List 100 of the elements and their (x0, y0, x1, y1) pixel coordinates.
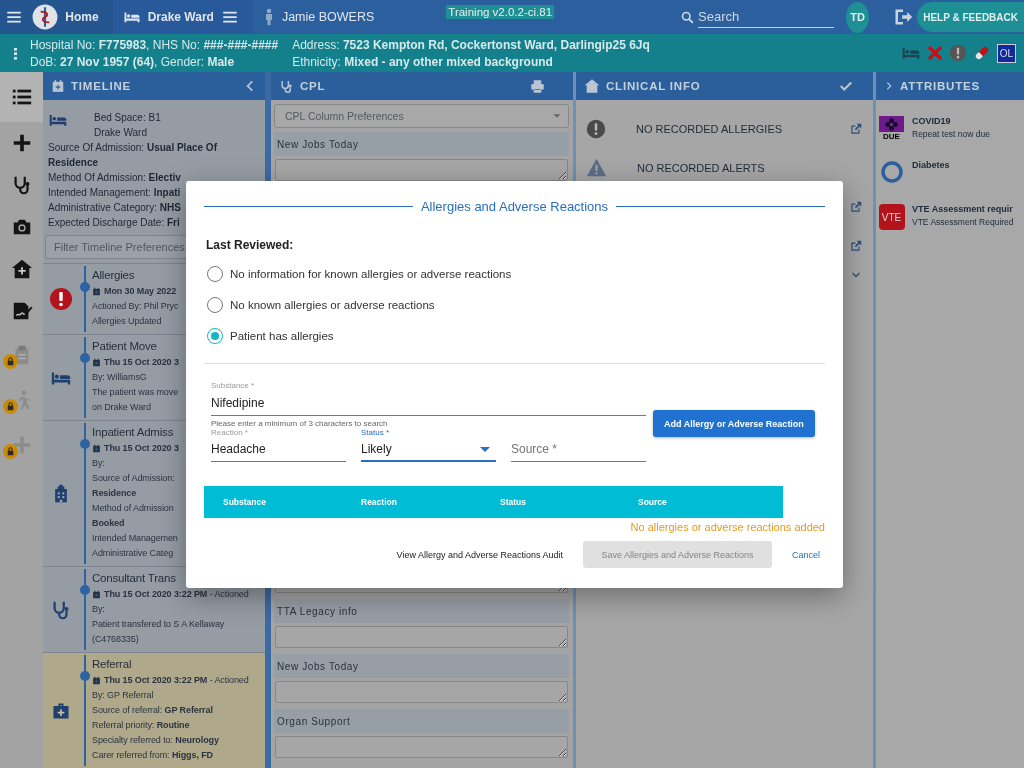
attribute-title: COVID19 (912, 116, 952, 126)
event-title: Patient Move (92, 339, 157, 354)
event-line: Carer referred from: Higgs, FD (92, 749, 214, 762)
summary-line: Source Of Admission: Usual Place Of Residence (48, 141, 218, 170)
search-field[interactable]: Search (698, 6, 835, 28)
sidebar-item[interactable] (0, 72, 43, 122)
column-header: Source (638, 497, 668, 507)
event-line: By: (92, 603, 105, 616)
section-label: TTA Legacy info (274, 599, 569, 623)
chevron-right-icon (884, 81, 894, 91)
user-avatar[interactable]: TD (846, 1, 870, 33)
stethoscope-icon (279, 78, 294, 94)
section-label: Organ Support (274, 709, 569, 733)
icon-label: DUE (883, 132, 900, 141)
add-button[interactable]: Add Allergy or Adverse Reaction (653, 410, 815, 437)
logout-button[interactable] (893, 7, 914, 27)
summary-line: Drake Ward (94, 126, 147, 140)
help-button[interactable]: HELP & FEEDBACK (917, 2, 1024, 32)
logout-icon (893, 7, 914, 27)
check-icon (839, 79, 853, 93)
event-title: Consultant Trans (92, 571, 176, 586)
event-line: Source of Admission: (92, 472, 175, 485)
status-select[interactable]: Likely (361, 438, 496, 462)
event-date: Thu 15 Oct 2020 3:22 PM - Actioned (104, 674, 249, 687)
patient-detail: Ethnicity: Mixed - any other mixed background (292, 54, 554, 69)
lock-icon (3, 399, 18, 414)
event-line: (C4768335) (92, 633, 139, 646)
external-link-icon (849, 199, 863, 214)
event-title: Referral (92, 657, 132, 672)
house-icon (584, 78, 600, 94)
attribute-detail: VTE Assessment Required (912, 217, 1014, 227)
column-header: Status (500, 497, 527, 507)
section-label: New Jobs Today (274, 654, 569, 678)
event-line: Referral priority: Routine (92, 719, 190, 732)
event-line: on Drake Ward (92, 401, 151, 414)
event-line: Administrative Categ (92, 547, 174, 560)
breadcrumb[interactable]: Home (28, 0, 113, 34)
panel-title: CLINICAL INFO (606, 80, 701, 92)
breadcrumb[interactable]: Drake Ward (112, 0, 253, 34)
ring-icon (879, 160, 904, 184)
timeline-dot (80, 439, 90, 449)
timeline-dot (80, 585, 90, 595)
preferences-select[interactable]: CPL Column Preferences (274, 104, 569, 128)
panel-title: CPL (300, 80, 326, 92)
input-field[interactable]: Headache (211, 438, 346, 462)
breadcrumb[interactable]: Jamie BOWERS (252, 0, 389, 34)
event-line: Specialty referred to: Neurology (92, 734, 219, 747)
timeline-event[interactable]: Referral Thu 15 Oct 2020 3:22 PM - Actioned By: GP Referral Source of referral: GP Referral Referral priority: Routine Specialty referred to: Neurology Carer referred from: Higgs, FD (43, 652, 265, 768)
event-line: Booked (92, 517, 125, 530)
event-date: Thu 15 Oct 2020 3 (104, 442, 179, 455)
event-line: Residence (92, 487, 137, 500)
field-label: Reaction * (211, 428, 249, 438)
calendar-icon (51, 79, 65, 93)
field-label: Substance * (211, 381, 255, 390)
exclamation-circle-icon (949, 44, 967, 62)
open-button[interactable] (849, 199, 863, 214)
calendar-icon (92, 358, 101, 367)
open-button[interactable] (849, 121, 863, 136)
calendar-icon (92, 444, 101, 453)
exclamation-circle-icon (48, 287, 73, 311)
summary-line: Expected Discharge Date: Fri (48, 216, 180, 230)
calendar-icon (92, 590, 101, 599)
event-line: By: (92, 457, 105, 470)
confirm-button[interactable] (839, 79, 853, 93)
summary-line: Bed Space: B1 (94, 111, 161, 125)
house-icon (10, 258, 33, 280)
event-line: Allergies Updated (92, 315, 162, 328)
event-title: Inpatient Admiss (92, 425, 174, 440)
attribute-title: Diabetes (912, 160, 950, 170)
open-button[interactable] (849, 238, 863, 253)
event-date: Thu 15 Oct 2020 3 (104, 356, 179, 369)
input-field[interactable]: Nifedipine (211, 392, 646, 416)
menu-button[interactable] (0, 0, 29, 34)
panel-title: ATTRIBUTES (900, 80, 980, 92)
empty-message: No allergies or adverse reactions added (629, 521, 825, 533)
info-label: NO RECORDED ALERTS (637, 161, 766, 174)
event-date: Mon 30 May 2022 (104, 285, 177, 298)
timeline-dot (80, 282, 90, 292)
print-button[interactable] (530, 78, 545, 94)
pill-icon (973, 44, 991, 62)
calendar-icon (92, 287, 101, 296)
caret-icon (480, 446, 490, 452)
info-label: NO RECORDED ALLERGIES (636, 122, 784, 135)
calendar-icon (92, 676, 101, 685)
patient-detail: Address: 7523 Kempton Rd, Cockertonst Ward, Darlingip25 6Jq (292, 37, 650, 52)
audit-link[interactable]: View Allergy and Adverse Reactions Audit (396, 549, 563, 560)
cross-icon (927, 45, 943, 61)
summary-line: Method Of Admission: Electiv (48, 171, 181, 185)
printer-icon (530, 78, 545, 94)
input-field[interactable]: Source * (511, 438, 646, 462)
patient-detail: Hospital No: F775983, NHS No: ###-###-#### (30, 37, 279, 52)
cancel-button[interactable]: Cancel (792, 549, 820, 560)
search-icon (680, 9, 696, 25)
vte-badge: VTE (878, 204, 905, 230)
event-line: Source of referral: GP Referral (92, 704, 213, 717)
event-title: Allergies (92, 268, 135, 283)
event-line: Method of Admission (92, 502, 174, 515)
attribute-detail: Repeat test now due (912, 129, 990, 139)
field-label: Status * (361, 428, 390, 438)
event-line: Patient transfered to S A Kellaway (92, 618, 225, 631)
